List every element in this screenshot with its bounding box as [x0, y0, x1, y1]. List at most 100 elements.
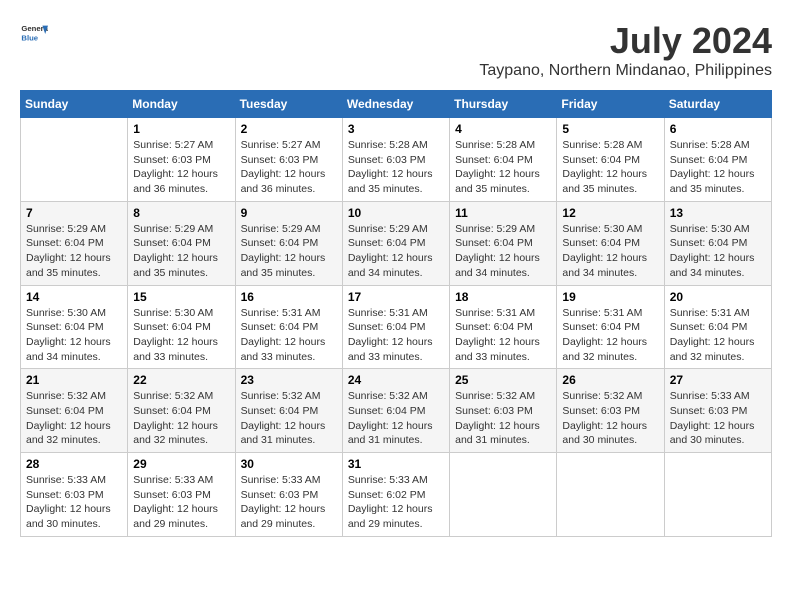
day-number: 20 — [670, 290, 766, 304]
day-info: Sunrise: 5:32 AMSunset: 6:03 PMDaylight:… — [455, 390, 540, 446]
day-info: Sunrise: 5:33 AMSunset: 6:02 PMDaylight:… — [348, 474, 433, 530]
calendar-week-row: 14 Sunrise: 5:30 AMSunset: 6:04 PMDayligh… — [21, 285, 772, 369]
table-cell: 13 Sunrise: 5:30 AMSunset: 6:04 PMDayligh… — [664, 201, 771, 285]
day-number: 17 — [348, 290, 444, 304]
day-info: Sunrise: 5:33 AMSunset: 6:03 PMDaylight:… — [241, 474, 326, 530]
col-monday: Monday — [128, 91, 235, 118]
table-cell: 11 Sunrise: 5:29 AMSunset: 6:04 PMDayligh… — [450, 201, 557, 285]
day-number: 31 — [348, 457, 444, 471]
day-info: Sunrise: 5:28 AMSunset: 6:03 PMDaylight:… — [348, 139, 433, 195]
day-info: Sunrise: 5:27 AMSunset: 6:03 PMDaylight:… — [241, 139, 326, 195]
day-info: Sunrise: 5:29 AMSunset: 6:04 PMDaylight:… — [455, 223, 540, 279]
day-info: Sunrise: 5:30 AMSunset: 6:04 PMDaylight:… — [133, 307, 218, 363]
table-cell: 8Sunrise: 5:29 AMSunset: 6:04 PMDaylight… — [128, 201, 235, 285]
calendar-header-row: Sunday Monday Tuesday Wednesday Thursday… — [21, 91, 772, 118]
day-number: 4 — [455, 122, 551, 136]
header: General Blue July 2024 Taypano, Northern… — [20, 20, 772, 80]
day-info: Sunrise: 5:33 AMSunset: 6:03 PMDaylight:… — [26, 474, 111, 530]
day-number: 13 — [670, 206, 766, 220]
logo-icon: General Blue — [20, 20, 48, 48]
table-cell: 22 Sunrise: 5:32 AMSunset: 6:04 PMDayligh… — [128, 369, 235, 453]
table-cell: 23Sunrise: 5:32 AMSunset: 6:04 PMDayligh… — [235, 369, 342, 453]
table-cell: 1 Sunrise: 5:27 AMSunset: 6:03 PMDaylight… — [128, 118, 235, 202]
table-cell: 29 Sunrise: 5:33 AMSunset: 6:03 PMDayligh… — [128, 453, 235, 537]
day-info: Sunrise: 5:29 AMSunset: 6:04 PMDaylight:… — [133, 223, 218, 279]
table-cell: 5 Sunrise: 5:28 AMSunset: 6:04 PMDaylight… — [557, 118, 664, 202]
day-number: 21 — [26, 373, 122, 387]
day-number: 26 — [562, 373, 658, 387]
day-number: 23 — [241, 373, 337, 387]
table-cell — [450, 453, 557, 537]
day-info: Sunrise: 5:31 AMSunset: 6:04 PMDaylight:… — [455, 307, 540, 363]
day-info: Sunrise: 5:32 AMSunset: 6:03 PMDaylight:… — [562, 390, 647, 446]
day-number: 22 — [133, 373, 229, 387]
day-number: 25 — [455, 373, 551, 387]
logo: General Blue — [20, 20, 48, 48]
table-cell: 15 Sunrise: 5:30 AMSunset: 6:04 PMDayligh… — [128, 285, 235, 369]
day-info: Sunrise: 5:32 AMSunset: 6:04 PMDaylight:… — [26, 390, 111, 446]
day-info: Sunrise: 5:32 AMSunset: 6:04 PMDaylight:… — [133, 390, 218, 446]
day-number: 24 — [348, 373, 444, 387]
table-cell: 7 Sunrise: 5:29 AMSunset: 6:04 PMDaylight… — [21, 201, 128, 285]
table-cell — [557, 453, 664, 537]
col-saturday: Saturday — [664, 91, 771, 118]
day-number: 18 — [455, 290, 551, 304]
day-info: Sunrise: 5:30 AMSunset: 6:04 PMDaylight:… — [562, 223, 647, 279]
calendar-week-row: 21 Sunrise: 5:32 AMSunset: 6:04 PMDayligh… — [21, 369, 772, 453]
table-cell: 17 Sunrise: 5:31 AMSunset: 6:04 PMDayligh… — [342, 285, 449, 369]
day-number: 6 — [670, 122, 766, 136]
table-cell: 16 Sunrise: 5:31 AMSunset: 6:04 PMDayligh… — [235, 285, 342, 369]
calendar-week-row: 28 Sunrise: 5:33 AMSunset: 6:03 PMDayligh… — [21, 453, 772, 537]
table-cell: 2 Sunrise: 5:27 AMSunset: 6:03 PMDaylight… — [235, 118, 342, 202]
col-tuesday: Tuesday — [235, 91, 342, 118]
table-cell: 9Sunrise: 5:29 AMSunset: 6:04 PMDaylight… — [235, 201, 342, 285]
day-number: 15 — [133, 290, 229, 304]
day-number: 5 — [562, 122, 658, 136]
col-wednesday: Wednesday — [342, 91, 449, 118]
table-cell — [664, 453, 771, 537]
day-info: Sunrise: 5:28 AMSunset: 6:04 PMDaylight:… — [455, 139, 540, 195]
day-number: 30 — [241, 457, 337, 471]
day-info: Sunrise: 5:33 AMSunset: 6:03 PMDaylight:… — [670, 390, 755, 446]
day-info: Sunrise: 5:30 AMSunset: 6:04 PMDaylight:… — [670, 223, 755, 279]
table-cell: 28 Sunrise: 5:33 AMSunset: 6:03 PMDayligh… — [21, 453, 128, 537]
day-info: Sunrise: 5:30 AMSunset: 6:04 PMDaylight:… — [26, 307, 111, 363]
day-info: Sunrise: 5:31 AMSunset: 6:04 PMDaylight:… — [348, 307, 433, 363]
day-info: Sunrise: 5:32 AMSunset: 6:04 PMDaylight:… — [348, 390, 433, 446]
day-info: Sunrise: 5:31 AMSunset: 6:04 PMDaylight:… — [670, 307, 755, 363]
svg-text:Blue: Blue — [21, 33, 38, 42]
day-info: Sunrise: 5:27 AMSunset: 6:03 PMDaylight:… — [133, 139, 218, 195]
day-number: 16 — [241, 290, 337, 304]
day-number: 9 — [241, 206, 337, 220]
day-info: Sunrise: 5:29 AMSunset: 6:04 PMDaylight:… — [26, 223, 111, 279]
day-info: Sunrise: 5:33 AMSunset: 6:03 PMDaylight:… — [133, 474, 218, 530]
page-subtitle: Taypano, Northern Mindanao, Philippines — [479, 62, 772, 80]
day-info: Sunrise: 5:31 AMSunset: 6:04 PMDaylight:… — [241, 307, 326, 363]
title-block: July 2024 Taypano, Northern Mindanao, Ph… — [479, 20, 772, 80]
day-number: 11 — [455, 206, 551, 220]
table-cell: 26 Sunrise: 5:32 AMSunset: 6:03 PMDayligh… — [557, 369, 664, 453]
day-number: 1 — [133, 122, 229, 136]
table-cell: 27Sunrise: 5:33 AMSunset: 6:03 PMDayligh… — [664, 369, 771, 453]
day-number: 14 — [26, 290, 122, 304]
table-cell: 30 Sunrise: 5:33 AMSunset: 6:03 PMDayligh… — [235, 453, 342, 537]
table-cell: 24 Sunrise: 5:32 AMSunset: 6:04 PMDayligh… — [342, 369, 449, 453]
day-number: 12 — [562, 206, 658, 220]
day-number: 3 — [348, 122, 444, 136]
table-cell: 10Sunrise: 5:29 AMSunset: 6:04 PMDayligh… — [342, 201, 449, 285]
day-number: 29 — [133, 457, 229, 471]
day-info: Sunrise: 5:28 AMSunset: 6:04 PMDaylight:… — [562, 139, 647, 195]
table-cell: 25 Sunrise: 5:32 AMSunset: 6:03 PMDayligh… — [450, 369, 557, 453]
day-number: 7 — [26, 206, 122, 220]
calendar-table: Sunday Monday Tuesday Wednesday Thursday… — [20, 90, 772, 537]
table-cell: 3 Sunrise: 5:28 AMSunset: 6:03 PMDaylight… — [342, 118, 449, 202]
table-cell: 20 Sunrise: 5:31 AMSunset: 6:04 PMDayligh… — [664, 285, 771, 369]
day-number: 2 — [241, 122, 337, 136]
calendar-week-row: 7 Sunrise: 5:29 AMSunset: 6:04 PMDaylight… — [21, 201, 772, 285]
day-number: 28 — [26, 457, 122, 471]
day-info: Sunrise: 5:31 AMSunset: 6:04 PMDaylight:… — [562, 307, 647, 363]
day-number: 19 — [562, 290, 658, 304]
day-info: Sunrise: 5:28 AMSunset: 6:04 PMDaylight:… — [670, 139, 755, 195]
page-title: July 2024 — [479, 20, 772, 62]
table-cell: 21 Sunrise: 5:32 AMSunset: 6:04 PMDayligh… — [21, 369, 128, 453]
